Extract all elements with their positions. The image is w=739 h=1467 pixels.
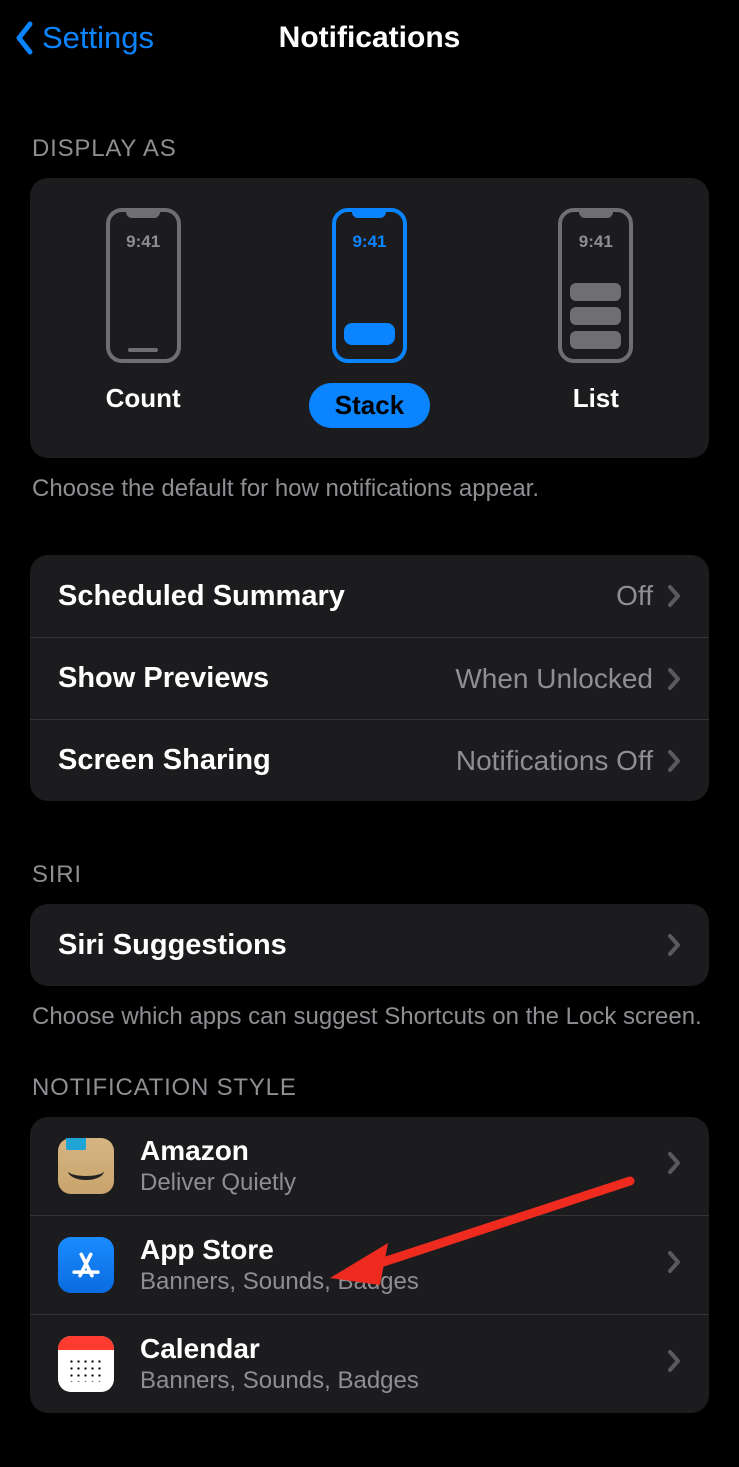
notification-style-list: Amazon Deliver Quietly App Store Banners… [30,1117,709,1413]
chevron-left-icon [14,21,34,55]
display-option-label: List [573,383,619,414]
settings-list: Scheduled Summary Off Show Previews When… [30,555,709,801]
row-value: Notifications Off [456,745,653,777]
row-label: Show Previews [58,662,455,695]
row-siri-suggestions[interactable]: Siri Suggestions [30,904,709,986]
phone-time: 9:41 [336,232,403,252]
row-value: Off [616,580,653,612]
calendar-icon [58,1336,114,1392]
row-label: Scheduled Summary [58,580,616,613]
display-option-list[interactable]: 9:41 List [484,208,708,428]
chevron-right-icon [667,584,681,608]
app-name: Amazon [140,1135,667,1167]
app-name: App Store [140,1234,667,1266]
app-row-calendar[interactable]: Calendar Banners, Sounds, Badges [30,1314,709,1413]
row-value: When Unlocked [455,663,653,695]
phone-time: 9:41 [562,232,629,252]
row-label: Screen Sharing [58,744,456,777]
app-name: Calendar [140,1333,667,1365]
display-option-label: Count [106,383,181,414]
app-subtitle: Deliver Quietly [140,1169,667,1197]
section-header-siri: SIRI [30,861,709,889]
display-option-stack[interactable]: 9:41 Stack [257,208,481,428]
app-row-amazon[interactable]: Amazon Deliver Quietly [30,1117,709,1215]
nav-bar: Settings Notifications [0,0,739,75]
row-scheduled-summary[interactable]: Scheduled Summary Off [30,555,709,637]
display-option-count[interactable]: 9:41 Count [31,208,255,428]
display-option-label-selected: Stack [309,383,430,428]
siri-card: Siri Suggestions [30,904,709,986]
row-show-previews[interactable]: Show Previews When Unlocked [30,637,709,719]
section-header-display-as: DISPLAY AS [30,135,709,163]
display-as-footer: Choose the default for how notifications… [30,458,709,505]
siri-footer: Choose which apps can suggest Shortcuts … [30,986,709,1033]
chevron-right-icon [667,1250,681,1279]
chevron-right-icon [667,1151,681,1180]
phone-preview-list: 9:41 [558,208,633,363]
chevron-right-icon [667,749,681,773]
chevron-right-icon [667,933,681,957]
app-store-icon [58,1237,114,1293]
app-subtitle: Banners, Sounds, Badges [140,1367,667,1395]
app-row-app-store[interactable]: App Store Banners, Sounds, Badges [30,1215,709,1314]
phone-preview-stack: 9:41 [332,208,407,363]
page-title: Notifications [279,21,461,55]
chevron-right-icon [667,1349,681,1378]
display-as-card: 9:41 Count 9:41 Stack 9:41 L [30,178,709,458]
phone-preview-count: 9:41 [106,208,181,363]
amazon-icon [58,1138,114,1194]
back-button[interactable]: Settings [0,20,154,56]
phone-time: 9:41 [110,232,177,252]
section-header-notification-style: NOTIFICATION STYLE [30,1074,709,1102]
row-screen-sharing[interactable]: Screen Sharing Notifications Off [30,719,709,801]
row-label: Siri Suggestions [58,929,667,962]
chevron-right-icon [667,667,681,691]
app-subtitle: Banners, Sounds, Badges [140,1268,667,1296]
back-label: Settings [42,20,154,56]
